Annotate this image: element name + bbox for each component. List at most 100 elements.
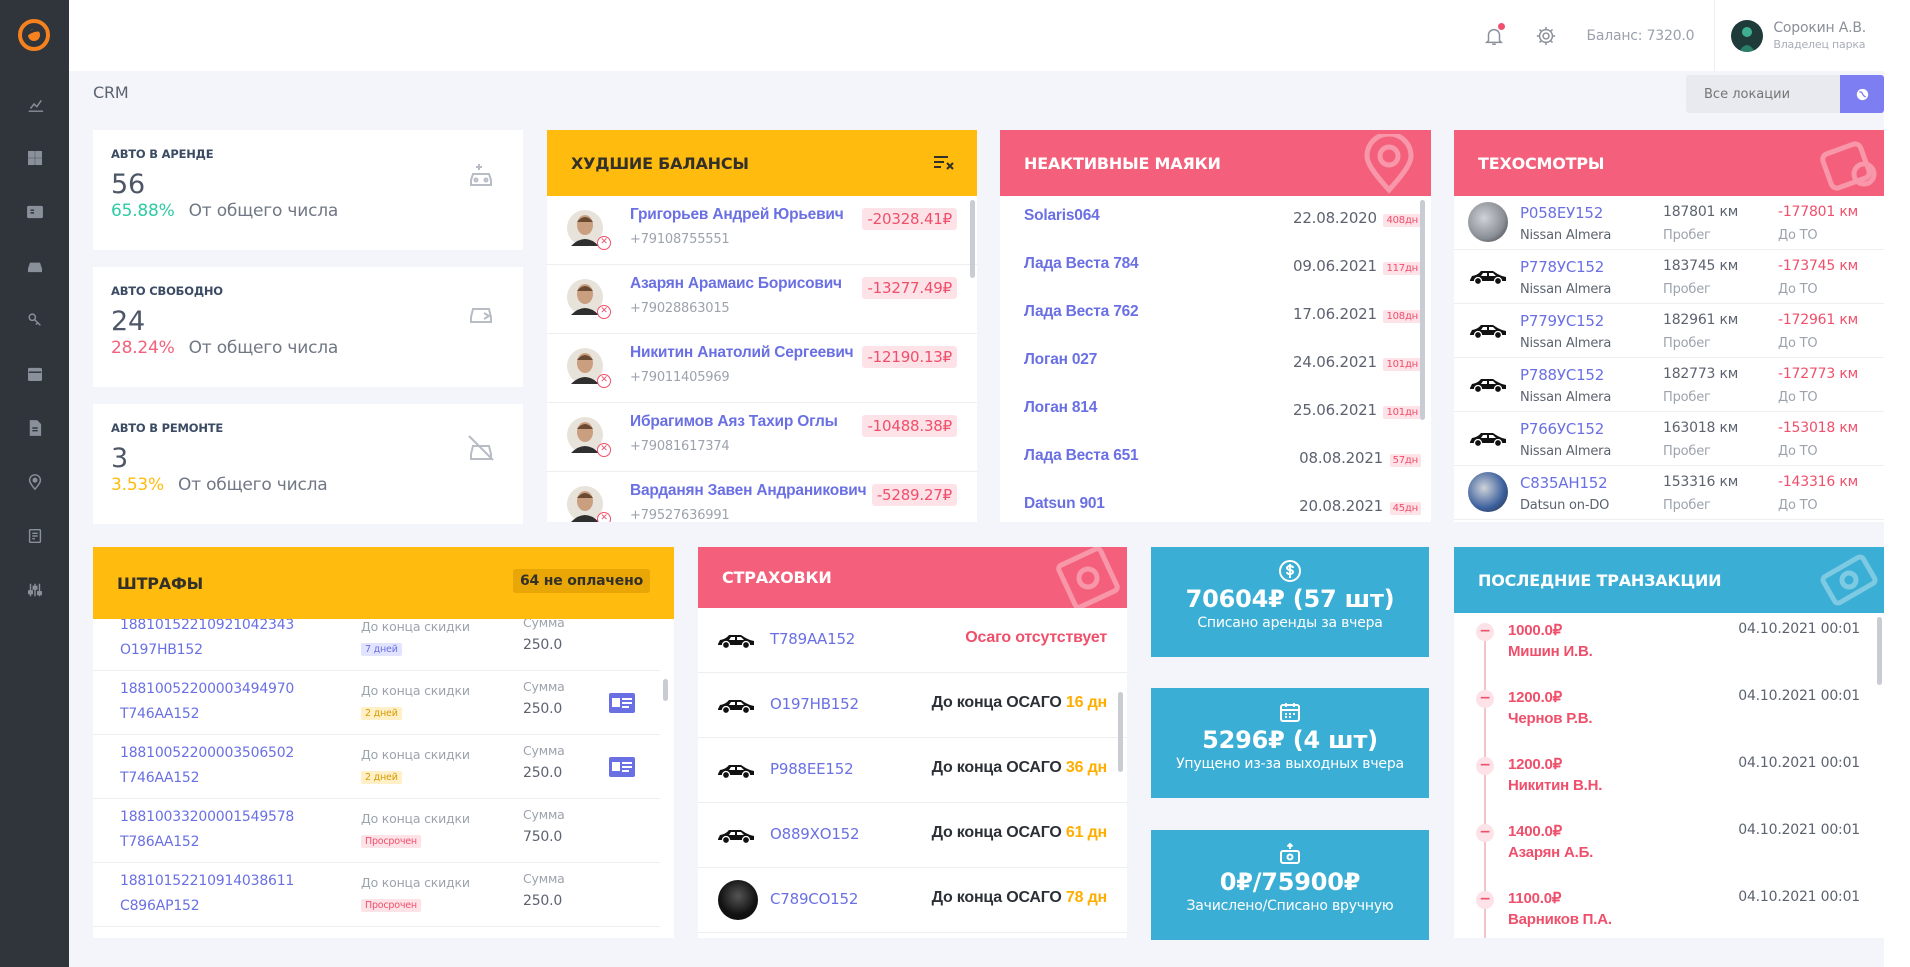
list-item[interactable]: Лада Веста 651 08.08.2021 57дн (1000, 436, 1431, 484)
list-item[interactable]: Р058ЕУ152 Nissan Almera 187801 км Пробег -17… (1454, 196, 1884, 250)
plate-number[interactable]: Р766УС152 (1520, 420, 1604, 438)
plate-number[interactable]: Р778УС152 (1520, 258, 1604, 276)
sidebar-item-report[interactable] (0, 511, 69, 565)
sidebar-item-car[interactable] (0, 241, 69, 295)
list-item[interactable]: Р778УС152 Nissan Almera 183745 км Пробег -17… (1454, 250, 1884, 304)
app-logo[interactable] (17, 18, 51, 52)
list-item[interactable]: Р766УС152 Nissan Almera 163018 км Пробег -15… (1454, 412, 1884, 466)
sidebar-item-chart[interactable] (0, 79, 69, 133)
balance-amount: -20328.41₽ (862, 208, 957, 230)
list-item[interactable]: Лада Веста 784 09.06.2021 117дн (1000, 244, 1431, 292)
location-input[interactable] (1686, 75, 1840, 113)
plate-number[interactable]: Р788УС152 (1520, 366, 1604, 384)
sidebar-item-document[interactable] (0, 403, 69, 457)
driver-card-icon[interactable] (609, 693, 635, 717)
list-item[interactable]: С835АН152 Datsun on-DO 153316 км Пробег -143… (1454, 466, 1884, 520)
plate-number[interactable]: Р779УС152 (1520, 312, 1604, 330)
table-row[interactable]: 18810052200003494970 Т746АА152 До конца ск… (93, 671, 660, 735)
top-header: Баланс: 7320.0 Сорокин А.В. Владелец пар… (69, 0, 1884, 71)
list-item[interactable]: Логан 814 25.06.2021 101дн (1000, 388, 1431, 436)
plate-number[interactable]: С835АН152 (1520, 474, 1608, 492)
plate-number[interactable]: Р988ЕЕ152 (770, 760, 854, 778)
beacon-date: 17.06.2021 (1292, 305, 1377, 323)
list-item[interactable]: ✕ Ибрагимов Аяз Тахир Оглы +79081617374 -10… (547, 403, 977, 472)
to-label: До ТО (1778, 228, 1818, 243)
driver-name[interactable]: Варданян Завен Андраникович (630, 482, 867, 500)
fine-plate[interactable]: С896АР152 (120, 898, 200, 914)
plate-number[interactable]: Р058ЕУ152 (1520, 204, 1603, 222)
plate-number[interactable]: О197НВ152 (770, 695, 859, 713)
beacon-name[interactable]: Лада Веста 784 (1024, 255, 1139, 273)
table-row[interactable]: 18810152210914038611 С896АР152 До конца ск… (93, 863, 660, 927)
sidebar-item-map-pin[interactable] (0, 457, 69, 511)
fine-number[interactable]: 18810052200003494970 (120, 681, 294, 697)
table-row[interactable]: 18810033200001549578 Т786АА152 До конца ск… (93, 799, 660, 863)
driver-name[interactable]: Никитин Анатолий Сергеевич (630, 344, 854, 362)
transaction-item[interactable]: −1400.0₽ Азарян А.Б. 04.10.2021 00:01 (1454, 814, 1884, 881)
scrollbar-thumb[interactable] (663, 679, 668, 701)
list-item[interactable]: ✕ Григорьев Андрей Юрьевич +79108755551 -20… (547, 196, 977, 265)
sum-label: Сумма (523, 679, 565, 694)
beacon-name[interactable]: Datsun 901 (1024, 495, 1105, 513)
list-item[interactable]: ✕ Никитин Анатолий Сергеевич +79011405969 -… (547, 334, 977, 403)
balance-text: Баланс: 7320.0 (1586, 27, 1695, 44)
plate-number[interactable]: Т789АА152 (770, 630, 855, 648)
fine-plate[interactable]: Т786АА152 (120, 834, 200, 850)
scrollbar-thumb[interactable] (1420, 200, 1425, 420)
beacon-name[interactable]: Лада Веста 762 (1024, 303, 1139, 321)
list-item[interactable]: Р779УС152 Nissan Almera 182961 км Пробег -17… (1454, 304, 1884, 358)
table-row[interactable]: 18810152210921042343 О197НВ152 До конца ск… (93, 619, 660, 671)
list-item[interactable]: С789СО152 До конца ОСАГО 78 дн (698, 868, 1127, 933)
transaction-item[interactable]: −1100.0₽ Варников П.А. 04.10.2021 00:01 (1454, 881, 1884, 938)
location-globe-button[interactable] (1840, 75, 1884, 113)
report-icon (26, 527, 44, 549)
list-item[interactable]: О197НВ152 До конца ОСАГО 16 дн (698, 673, 1127, 738)
plate-number[interactable]: О889ХО152 (770, 825, 860, 843)
list-item[interactable]: Т789АА152 Осаго отсутствует (698, 608, 1127, 673)
settings-gear-icon[interactable] (1520, 25, 1572, 47)
list-item[interactable]: ✕ Варданян Завен Андраникович +79527636991… (547, 472, 977, 522)
transaction-item[interactable]: −1200.0₽ Чернов Р.В. 04.10.2021 00:01 (1454, 680, 1884, 747)
user-menu[interactable]: Сорокин А.В. Владелец парка (1714, 0, 1884, 71)
list-item[interactable]: Solaris064 22.08.2020 408дн (1000, 196, 1431, 244)
transaction-item[interactable]: −1200.0₽ Никитин В.Н. 04.10.2021 00:01 (1454, 747, 1884, 814)
scrollbar-thumb[interactable] (970, 200, 975, 278)
fine-number[interactable]: 18810152210914038611 (120, 873, 294, 889)
list-item[interactable]: О889ХО152 До конца ОСАГО 61 дн (698, 803, 1127, 868)
list-item[interactable]: ✕ Азарян Арамаис Борисович +79028863015 -13… (547, 265, 977, 334)
beacon-name[interactable]: Лада Веста 651 (1024, 447, 1139, 465)
fine-number[interactable]: 18810152210921042343 (120, 619, 294, 633)
safe-bg-icon (1056, 547, 1120, 608)
balance-amount: -13277.49₽ (862, 277, 957, 299)
sidebar-item-key[interactable] (0, 295, 69, 349)
driver-card-icon[interactable] (609, 757, 635, 781)
fine-plate[interactable]: Т746АА152 (120, 706, 200, 722)
transaction-item[interactable]: −1000.0₽ Мишин И.В. 04.10.2021 00:01 (1454, 613, 1884, 680)
to-label: До ТО (1778, 282, 1818, 297)
clear-filter-icon[interactable] (933, 154, 955, 174)
fine-number[interactable]: 18810033200001549578 (120, 809, 294, 825)
list-item[interactable]: Р788УС152 Nissan Almera 182773 км Пробег -17… (1454, 358, 1884, 412)
list-item[interactable]: Логан 027 24.06.2021 101дн (1000, 340, 1431, 388)
scrollbar-thumb[interactable] (1877, 617, 1882, 685)
fine-number[interactable]: 18810052200003506502 (120, 745, 294, 761)
notifications-bell-icon[interactable] (1468, 22, 1520, 47)
scrollbar-thumb[interactable] (1118, 692, 1123, 772)
beacon-name[interactable]: Логан 027 (1024, 351, 1097, 369)
list-item[interactable]: Лада Веста 762 17.06.2021 108дн (1000, 292, 1431, 340)
fine-plate[interactable]: О197НВ152 (120, 642, 203, 658)
beacon-name[interactable]: Solaris064 (1024, 207, 1100, 225)
list-item[interactable]: Datsun 901 20.08.2021 45дн (1000, 484, 1431, 522)
fine-plate[interactable]: Т746АА152 (120, 770, 200, 786)
sidebar-item-calendar[interactable] (0, 349, 69, 403)
driver-name[interactable]: Григорьев Андрей Юрьевич (630, 206, 844, 224)
driver-name[interactable]: Ибрагимов Аяз Тахир Оглы (630, 413, 838, 431)
sidebar-item-sliders[interactable] (0, 565, 69, 619)
plate-number[interactable]: С789СО152 (770, 890, 858, 908)
sidebar-item-id-card[interactable] (0, 187, 69, 241)
table-row[interactable]: 18810052200003506502 Т746АА152 До конца ск… (93, 735, 660, 799)
driver-name[interactable]: Азарян Арамаис Борисович (630, 275, 842, 293)
list-item[interactable]: Р988ЕЕ152 До конца ОСАГО 36 дн (698, 738, 1127, 803)
beacon-name[interactable]: Логан 814 (1024, 399, 1097, 417)
sidebar-item-dashboard[interactable] (0, 133, 69, 187)
